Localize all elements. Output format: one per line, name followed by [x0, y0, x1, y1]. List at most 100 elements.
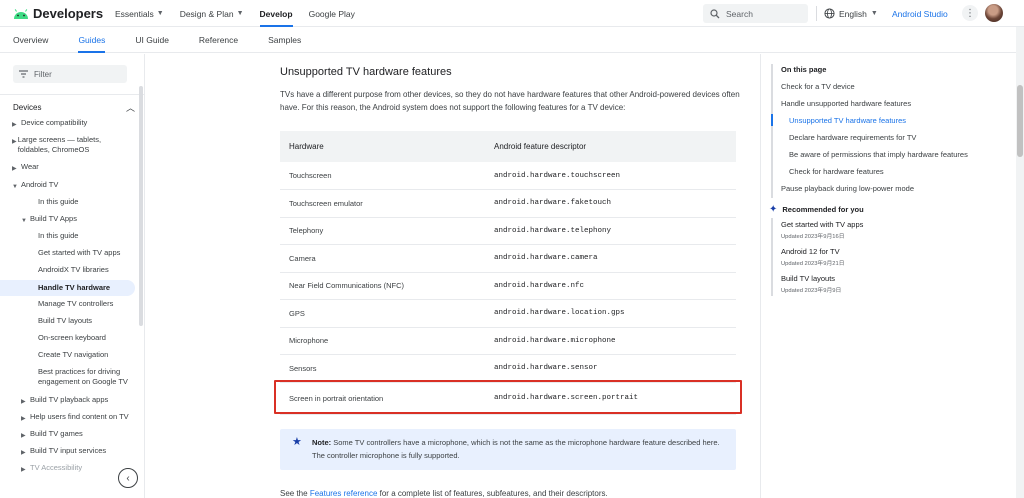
- toc-item[interactable]: Unsupported TV hardware features: [789, 116, 906, 125]
- sidebar-item[interactable]: Manage TV controllers: [38, 299, 133, 309]
- brand-name: Developers: [33, 6, 104, 21]
- toc-item[interactable]: Pause playback during low-power mode: [781, 184, 914, 193]
- sidebar-item[interactable]: In this guide: [38, 197, 133, 207]
- toc-active-marker: [771, 114, 773, 126]
- language-selector[interactable]: English ▼: [824, 6, 878, 21]
- highlight-box: [274, 380, 742, 414]
- sidebar-item[interactable]: Build TV layouts: [38, 316, 133, 326]
- sidebar-item[interactable]: ▼ Build TV Apps: [21, 214, 133, 226]
- section-devices[interactable]: Devices ︿: [13, 101, 135, 113]
- table-row: Sensors android.hardware.sensor: [280, 354, 736, 383]
- section-label: Devices: [13, 102, 42, 112]
- descriptor-cell: android.hardware.location.gps: [485, 299, 736, 328]
- caret-right-icon: ▶: [21, 416, 26, 422]
- column-header-hardware: Hardware: [280, 131, 485, 162]
- recommended-title: Get started with TV apps: [781, 220, 864, 229]
- sidebar-item[interactable]: ▶ Build TV playback apps: [21, 395, 133, 407]
- sidebar-item[interactable]: Get started with TV apps: [38, 248, 133, 258]
- caret-down-icon: ▼: [870, 10, 878, 17]
- tab-samples[interactable]: Samples: [260, 27, 309, 52]
- search-input[interactable]: [726, 8, 801, 19]
- table-row: Camera android.hardware.camera: [280, 244, 736, 273]
- sidebar-item-label: Build TV input services: [30, 446, 107, 455]
- nav-label: Google Play: [308, 8, 355, 19]
- tab-reference[interactable]: Reference: [191, 27, 246, 52]
- sidebar-item-label: Manage TV controllers: [38, 299, 114, 308]
- sidebar-item[interactable]: ▶ Large screens — tablets, foldables, Chr…: [12, 135, 117, 155]
- table-row: Near Field Communications (NFC) android.h…: [280, 272, 736, 300]
- chevron-left-icon: ‹: [126, 472, 130, 484]
- sidebar-item-label: Android TV: [21, 180, 59, 189]
- sidebar-item[interactable]: AndroidX TV libraries: [38, 265, 133, 275]
- nav-essentials[interactable]: Essentials ▼: [107, 0, 172, 27]
- recommended-date: Updated 2023年9月16日: [781, 234, 845, 240]
- tab-ui-guide[interactable]: UI Guide: [127, 27, 177, 52]
- recommended-heading: ✦ Recommended for you: [769, 204, 864, 215]
- sidebar-item[interactable]: On-screen keyboard: [38, 333, 133, 343]
- table-row: Microphone android.hardware.microphone: [280, 327, 736, 355]
- page-scrollbar[interactable]: [1016, 27, 1024, 498]
- filter-box[interactable]: [13, 65, 127, 83]
- toc-item[interactable]: Declare hardware requirements for TV: [789, 133, 916, 142]
- android-studio-link[interactable]: Android Studio: [892, 6, 948, 21]
- sidebar-item[interactable]: ▶ Help users find content on TV: [21, 412, 136, 424]
- sidebar-item[interactable]: ▶ Wear: [12, 162, 132, 174]
- nav-google-play[interactable]: Google Play: [301, 0, 363, 27]
- sidebar-item-label: Build TV playback apps: [30, 395, 109, 404]
- top-nav: Essentials ▼ Design & Plan ▼ Develop Googl…: [107, 0, 363, 27]
- recommended-item[interactable]: Build TV layouts Updated 2023年9月9日: [781, 274, 841, 294]
- sidebar-item[interactable]: Create TV navigation: [38, 350, 133, 360]
- descriptor-cell: android.hardware.camera: [485, 244, 736, 273]
- toc-rail: [771, 64, 773, 198]
- caret-right-icon: ▶: [21, 399, 26, 405]
- tab-overview[interactable]: Overview: [5, 27, 56, 52]
- sidebar-item-label: In this guide: [38, 197, 79, 206]
- recommended-date: Updated 2023年9月21日: [781, 261, 845, 267]
- caret-right-icon: ▶: [21, 467, 26, 473]
- toc-item[interactable]: Check for hardware features: [789, 167, 884, 176]
- search-box[interactable]: [703, 4, 808, 23]
- sidebar-item[interactable]: In this guide: [38, 231, 133, 241]
- sparkle-icon: ✦: [769, 204, 778, 215]
- nav-develop[interactable]: Develop: [252, 0, 301, 27]
- features-reference-link[interactable]: Features reference: [310, 489, 378, 498]
- sidebar-item-label: AndroidX TV libraries: [38, 265, 109, 274]
- sidebar-item[interactable]: Best practices for driving engagement on…: [38, 367, 133, 387]
- sidebar-item[interactable]: ▶ Build TV input services: [21, 446, 133, 458]
- hardware-cell: Telephony: [280, 217, 485, 245]
- scrollbar-thumb[interactable]: [1017, 85, 1023, 157]
- developers-logo[interactable]: Developers: [13, 5, 103, 22]
- avatar[interactable]: [985, 4, 1003, 22]
- nav-label: Develop: [259, 8, 293, 19]
- collapse-sidebar-button[interactable]: ‹: [118, 468, 138, 488]
- caret-down-icon: ▼: [156, 10, 164, 17]
- tab-guides[interactable]: Guides: [70, 27, 113, 53]
- sidebar-item[interactable]: ▶ TV Accessibility: [21, 463, 116, 475]
- caret-down-icon: ▼: [12, 184, 18, 190]
- toc-item[interactable]: Handle unsupported hardware features: [781, 99, 911, 108]
- sidebar-item[interactable]: ▶ Build TV games: [21, 429, 133, 441]
- table-header-row: Hardware Android feature descriptor: [280, 131, 736, 162]
- note-label: Note:: [312, 438, 332, 447]
- nav-design-plan[interactable]: Design & Plan ▼: [172, 0, 252, 27]
- table-row: Touchscreen emulator android.hardware.fak…: [280, 189, 736, 218]
- sidebar-item[interactable]: ▶ Device compatibility: [12, 118, 132, 130]
- sidebar-item-label: Get started with TV apps: [38, 248, 121, 257]
- table-row: GPS android.hardware.location.gps: [280, 299, 736, 328]
- table-row: Telephony android.hardware.telephony: [280, 217, 736, 245]
- recommended-item[interactable]: Get started with TV apps Updated 2023年9月1…: [781, 220, 863, 240]
- sidebar-item[interactable]: ▼ Android TV: [12, 180, 132, 192]
- hardware-cell: Camera: [280, 244, 485, 273]
- table-row: Touchscreen android.hardware.touchscreen: [280, 162, 736, 190]
- toc-item[interactable]: Check for a TV device: [781, 82, 855, 91]
- more-options-icon[interactable]: ⋮: [962, 5, 978, 21]
- recommended-item[interactable]: Android 12 for TV Updated 2023年9月21日: [781, 247, 845, 267]
- android-icon: [14, 8, 28, 19]
- descriptor-cell: android.hardware.touchscreen: [485, 162, 736, 190]
- filter-input[interactable]: [34, 69, 114, 79]
- intro-paragraph: TVs have a different purpose from other …: [280, 90, 740, 112]
- hardware-cell: Near Field Communications (NFC): [280, 272, 485, 300]
- sidebar-scrollbar[interactable]: [139, 86, 143, 326]
- toc-item[interactable]: Be aware of permissions that imply hardw…: [789, 150, 968, 159]
- sidebar-item[interactable]: Handle TV hardware: [0, 280, 135, 296]
